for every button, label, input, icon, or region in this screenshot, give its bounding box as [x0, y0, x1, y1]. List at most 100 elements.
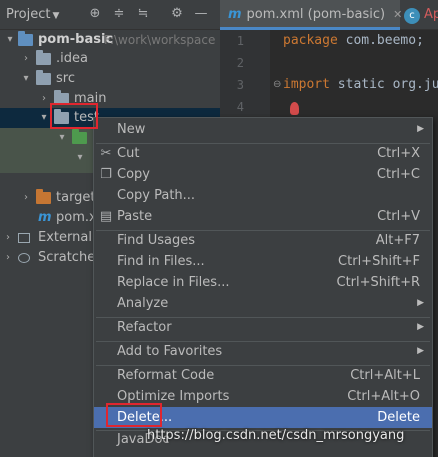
code-keyword: import	[283, 77, 330, 92]
menu-item-label: Delete...	[117, 410, 173, 425]
menu-item-copy-path[interactable]: Copy Path...	[94, 185, 432, 206]
code-keyword: package	[283, 33, 338, 48]
tree-item-label: target	[56, 190, 96, 205]
chevron-right-icon[interactable]: ›	[2, 248, 14, 268]
menu-item-delete[interactable]: Delete... Delete	[94, 407, 432, 428]
line-number: 4	[236, 100, 244, 114]
tree-item-pom-basic[interactable]: ▾ pom-basic F:\work\workspace	[0, 30, 220, 50]
menu-item-shortcut: Ctrl+C	[376, 167, 420, 182]
menu-item-new[interactable]: New ▶	[94, 119, 432, 140]
chevron-right-icon: ▶	[417, 322, 424, 332]
class-c-icon: c	[404, 8, 420, 24]
collapse-all-icon[interactable]: ≑	[110, 5, 128, 23]
code-line-3[interactable]: import static org.ju	[283, 77, 438, 92]
error-bulb-icon[interactable]	[290, 102, 299, 115]
expand-all-icon[interactable]: ≒	[134, 5, 152, 23]
locate-icon[interactable]: ⊕	[86, 5, 104, 23]
menu-item-label: Cut	[117, 146, 140, 161]
tab-pom-xml[interactable]: m pom.xml (pom-basic) ✕	[220, 0, 402, 30]
gear-icon[interactable]: ⚙	[168, 5, 186, 23]
code-line-1[interactable]: package com.beemo;	[283, 33, 424, 48]
menu-item-label: Replace in Files...	[117, 275, 230, 290]
line-number: 2	[236, 56, 244, 70]
tree-item-src[interactable]: ▾ src	[0, 69, 220, 89]
menu-item-shortcut: Delete	[377, 410, 420, 425]
chevron-down-icon[interactable]: ▾	[74, 148, 86, 168]
maven-file-icon: m	[228, 7, 242, 22]
chevron-right-icon[interactable]: ›	[38, 89, 50, 109]
chevron-right-icon: ▶	[417, 124, 424, 134]
tree-item-label: main	[74, 91, 107, 106]
menu-item-label: Copy	[117, 167, 150, 182]
menu-item-shortcut: Ctrl+Alt+L	[350, 368, 420, 383]
menu-item-label: Optimize Imports	[117, 389, 230, 404]
tree-item-idea[interactable]: › .idea	[0, 49, 220, 69]
tab-label: Ap	[424, 7, 438, 22]
clipboard-icon: ▤	[99, 209, 113, 224]
tree-item-label: pom-basic	[38, 32, 114, 47]
chevron-down-icon: ▼	[52, 11, 60, 21]
menu-item-shortcut: Ctrl+Shift+F	[338, 254, 420, 269]
folder-icon	[36, 70, 51, 85]
menu-item-cut[interactable]: ✂ Cut Ctrl+X	[94, 143, 432, 164]
chevron-right-icon[interactable]: ›	[20, 188, 32, 208]
menu-item-shortcut: Ctrl+Alt+O	[347, 389, 420, 404]
tab-app[interactable]: c Ap	[402, 0, 438, 30]
chevron-right-icon[interactable]: ›	[2, 228, 14, 248]
menu-item-label: Copy Path...	[117, 188, 196, 203]
chevron-right-icon: ▶	[417, 298, 424, 308]
menu-item-copy[interactable]: ❐ Copy Ctrl+C	[94, 164, 432, 185]
tree-item-label: pom.x	[56, 210, 97, 225]
menu-item-label: Reformat Code	[117, 368, 215, 383]
project-view-label: Project	[6, 7, 51, 22]
project-toolwindow-header: Project ▼ ⊕ ≑ ≒ ⚙ —	[0, 0, 220, 30]
folder-icon	[54, 109, 69, 124]
menu-item-replace-in-files[interactable]: Replace in Files... Ctrl+Shift+R	[94, 272, 432, 293]
chevron-down-icon[interactable]: ▾	[38, 108, 50, 128]
menu-item-label: Paste	[117, 209, 153, 224]
project-view-selector[interactable]: Project ▼	[6, 7, 59, 22]
menu-item-find-in-files[interactable]: Find in Files... Ctrl+Shift+F	[94, 251, 432, 272]
menu-item-shortcut: Ctrl+V	[377, 209, 420, 224]
copy-icon: ❐	[100, 167, 112, 182]
menu-item-shortcut: Ctrl+Shift+R	[336, 275, 421, 290]
menu-item-shortcut: Ctrl+X	[377, 146, 420, 161]
menu-item-refactor[interactable]: Refactor ▶	[94, 317, 432, 338]
menu-item-label: New	[117, 122, 146, 137]
menu-item-shortcut: Alt+F7	[375, 233, 420, 248]
watermark-text: https://blog.csdn.net/csdn_mrsongyang	[147, 428, 405, 443]
test-sources-folder-icon	[72, 129, 87, 144]
minimize-icon[interactable]: —	[192, 5, 210, 23]
module-folder-icon	[18, 31, 33, 46]
menu-item-find-usages[interactable]: Find Usages Alt+F7	[94, 230, 432, 251]
fold-marker-icon[interactable]: ⊖	[273, 79, 281, 90]
context-menu: New ▶ ✂ Cut Ctrl+X ❐ Copy Ctrl+C Copy Pa…	[93, 117, 433, 457]
maven-file-icon: m	[38, 210, 52, 225]
menu-item-analyze[interactable]: Analyze ▶	[94, 293, 432, 314]
line-number: 1	[236, 34, 244, 48]
menu-item-add-to-favorites[interactable]: Add to Favorites ▶	[94, 341, 432, 362]
folder-icon	[36, 50, 51, 65]
tree-item-label: .idea	[56, 51, 88, 66]
folder-icon	[54, 90, 69, 105]
code-text: static org.ju	[329, 77, 438, 92]
menu-item-label: Add to Favorites	[117, 344, 223, 359]
scratches-icon	[18, 253, 30, 263]
chevron-down-icon[interactable]: ▾	[56, 128, 68, 148]
menu-item-label: Analyze	[117, 296, 169, 311]
chevron-right-icon[interactable]: ›	[20, 49, 32, 69]
chevron-down-icon[interactable]: ▾	[20, 69, 32, 89]
tree-item-path: F:\work\workspace	[104, 33, 216, 47]
menu-item-reformat-code[interactable]: Reformat Code Ctrl+Alt+L	[94, 365, 432, 386]
tree-item-label: src	[56, 71, 75, 86]
chevron-right-icon: ▶	[417, 346, 424, 356]
menu-item-label: Find Usages	[117, 233, 196, 248]
menu-item-optimize-imports[interactable]: Optimize Imports Ctrl+Alt+O	[94, 386, 432, 407]
code-text: com.beemo;	[337, 33, 424, 48]
chevron-down-icon[interactable]: ▾	[4, 30, 16, 50]
menu-item-paste[interactable]: ▤ Paste Ctrl+V	[94, 206, 432, 227]
excluded-folder-icon	[36, 189, 51, 204]
tree-item-main[interactable]: › main	[0, 89, 220, 109]
line-number: 3	[236, 78, 244, 92]
close-icon[interactable]: ✕	[393, 8, 402, 21]
